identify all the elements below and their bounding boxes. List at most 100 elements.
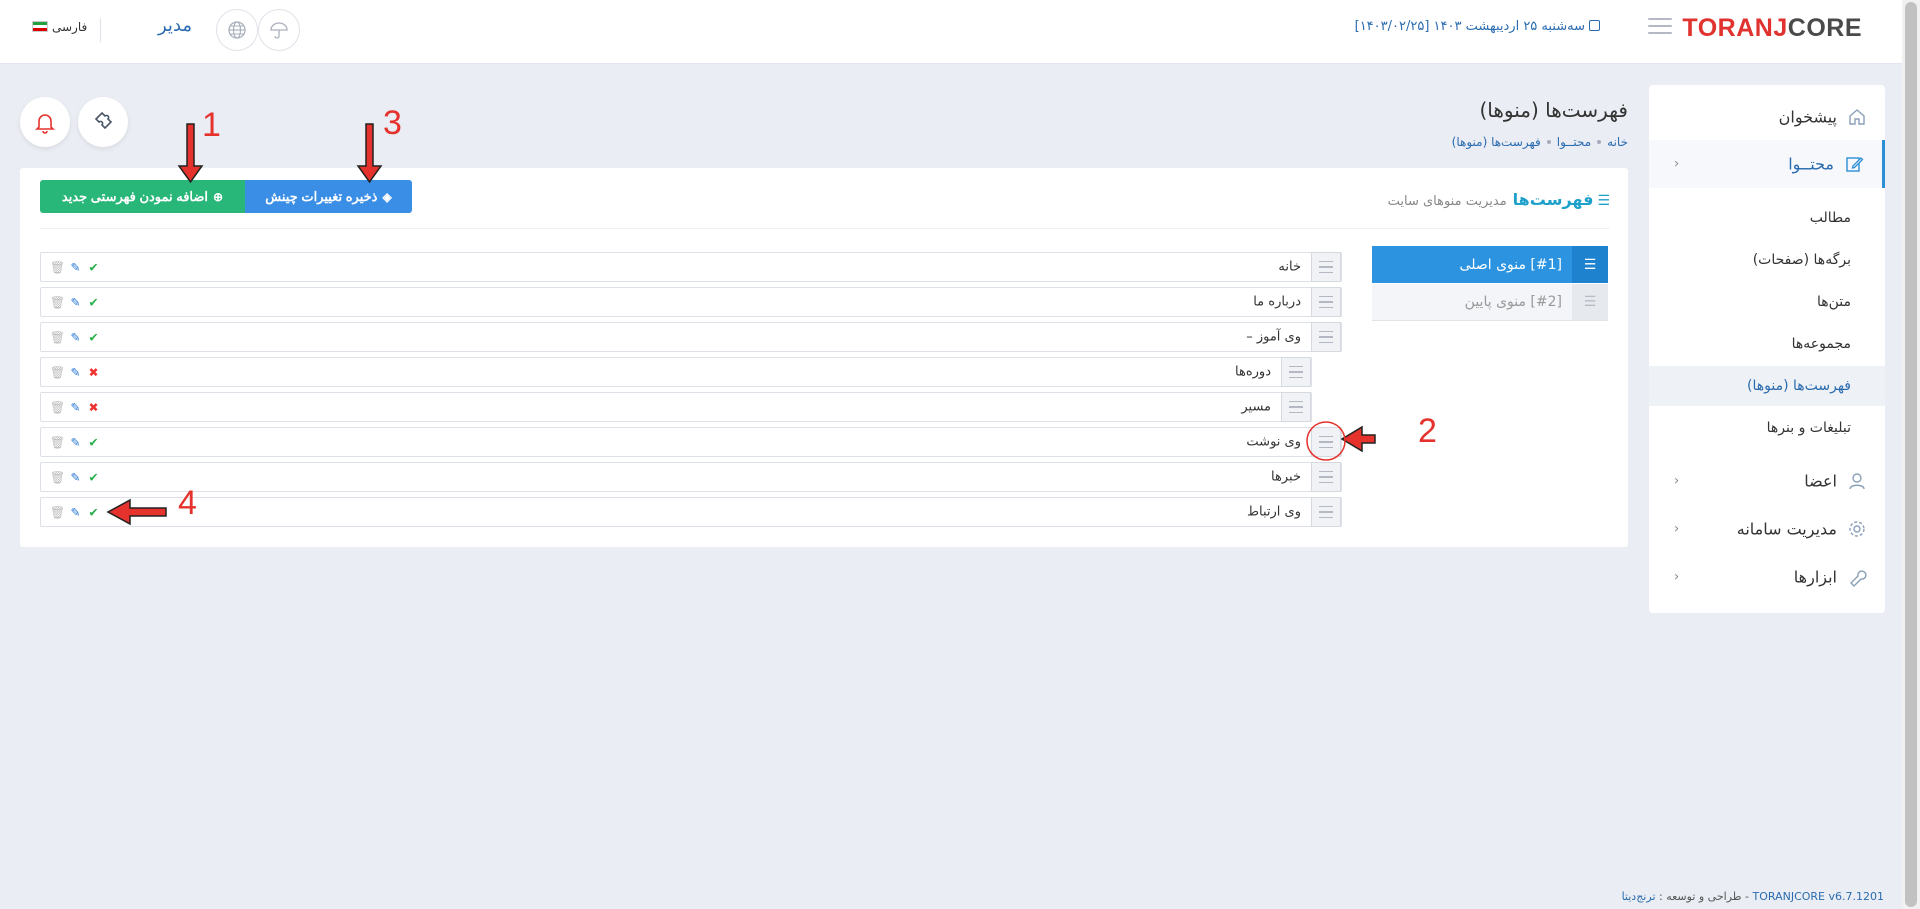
breadcrumb-menus[interactable]: فهرست‌ها (منوها): [1452, 135, 1541, 149]
top-bar: TORANJCORE سه‌شنبه ۲۵ اردیبهشت ۱۴۰۳ [۱۴۰…: [0, 0, 1902, 64]
sidebar-subitem-collections[interactable]: مجموعه‌ها: [1649, 324, 1885, 364]
user-icon: [1849, 473, 1865, 490]
plugins-button[interactable]: [78, 97, 128, 147]
page-scrollbar[interactable]: [1902, 0, 1920, 909]
user-name[interactable]: مدیر: [158, 15, 192, 36]
page-title: فهرست‌ها (منوها): [1479, 98, 1628, 122]
pencil-icon[interactable]: ✎: [69, 401, 82, 414]
hamburger-menu-icon[interactable]: [1648, 18, 1672, 36]
trash-icon[interactable]: 🗑: [50, 401, 65, 414]
add-menu-button[interactable]: ⊕ اضافه نمودن فهرستی جدید: [40, 180, 245, 213]
menu-row-child: مسیر 🗑 ✎ ✖: [40, 392, 1312, 422]
list-icon: ☰: [1597, 193, 1610, 209]
sidebar-subitem-menus[interactable]: فهرست‌ها (منوها): [1649, 366, 1885, 406]
umbrella-icon: [270, 22, 288, 39]
sidebar: پیشخوان محتــوا ‹ مطالب برگه‌ها (صفحات) …: [1649, 85, 1885, 613]
home-icon: [1849, 109, 1865, 125]
drag-handle[interactable]: [1281, 392, 1311, 422]
header-divider: [100, 18, 101, 42]
trash-icon[interactable]: 🗑: [50, 366, 65, 379]
drag-handle[interactable]: [1311, 252, 1341, 282]
menu-tab-footer[interactable]: ☰ [#2] منوی پایین: [1372, 284, 1608, 321]
drag-handle[interactable]: [1281, 357, 1311, 387]
puzzle-icon: [94, 111, 113, 130]
sidebar-subitem-pages[interactable]: برگه‌ها (صفحات): [1649, 240, 1885, 280]
sidebar-subitem-texts[interactable]: متن‌ها: [1649, 282, 1885, 322]
sidebar-subitem-posts[interactable]: مطالب: [1649, 198, 1885, 238]
menu-row: خانه 🗑 ✎ ✔: [40, 252, 1342, 282]
chevron-left-icon: ‹: [1674, 473, 1680, 489]
scrollbar-thumb[interactable]: [1905, 2, 1917, 907]
breadcrumb-content[interactable]: محتــوا: [1557, 135, 1591, 149]
list-icon: ☰: [1572, 246, 1608, 283]
edit-icon: [1846, 157, 1864, 172]
trash-icon[interactable]: 🗑: [50, 506, 65, 519]
iran-flag-icon: [32, 21, 48, 32]
collapse-toggle[interactable]: –: [1246, 330, 1253, 345]
check-icon[interactable]: ✔: [87, 436, 100, 449]
trash-icon[interactable]: 🗑: [50, 331, 65, 344]
notifications-button[interactable]: [20, 97, 70, 147]
annotation-number-2: 2: [1418, 412, 1437, 450]
globe-icon: [228, 21, 246, 39]
check-icon[interactable]: ✔: [87, 506, 100, 519]
drag-handle[interactable]: [1311, 462, 1341, 492]
card-header: ☰فهرست‌هامدیریت منوهای سایت: [1387, 190, 1610, 209]
pencil-icon[interactable]: ✎: [69, 436, 82, 449]
website-button[interactable]: [216, 9, 258, 51]
sidebar-item-system[interactable]: مدیریت سامانه ‹: [1649, 507, 1885, 551]
gear-icon: [1849, 521, 1865, 537]
check-icon[interactable]: ✔: [87, 261, 100, 274]
current-date: سه‌شنبه ۲۵ اردیبهشت ۱۴۰۳ [۱۴۰۳/۰۲/۲۵]: [1355, 19, 1600, 34]
breadcrumb: خانه محتــوا فهرست‌ها (منوها): [1452, 135, 1628, 149]
check-icon[interactable]: ✔: [87, 296, 100, 309]
list-icon: ☰: [1572, 284, 1608, 320]
breadcrumb-home[interactable]: خانه: [1607, 135, 1628, 149]
check-icon[interactable]: ✔: [87, 471, 100, 484]
annotation-number-3: 3: [383, 104, 402, 142]
drag-handle[interactable]: [1311, 322, 1341, 352]
menu-tab-main[interactable]: ☰ [#1] منوی اصلی: [1372, 246, 1608, 283]
wrench-icon: [1850, 570, 1867, 587]
annotation-number-4: 4: [178, 484, 197, 522]
sidebar-item-content[interactable]: محتــوا ‹: [1649, 140, 1885, 188]
chevron-down-icon: ‹: [1674, 156, 1680, 172]
company-link[interactable]: ترنج‌دیتا: [1622, 890, 1656, 903]
sidebar-item-tools[interactable]: ابزارها ‹: [1649, 555, 1885, 599]
pencil-icon[interactable]: ✎: [69, 331, 82, 344]
pencil-icon[interactable]: ✎: [69, 261, 82, 274]
sidebar-item-dashboard[interactable]: پیشخوان: [1649, 97, 1885, 137]
menu-row-child: دوره‌ها 🗑 ✎ ✖: [40, 357, 1312, 387]
language-selector[interactable]: فارسی: [32, 20, 87, 34]
pencil-icon[interactable]: ✎: [69, 471, 82, 484]
bell-icon: [35, 114, 55, 134]
logo[interactable]: TORANJCORE: [1682, 14, 1862, 43]
pencil-icon[interactable]: ✎: [69, 366, 82, 379]
annotation-number-1: 1: [202, 106, 221, 144]
sidebar-subitem-ads[interactable]: تبلیغات و بنرها: [1649, 408, 1885, 448]
chevron-left-icon: ‹: [1674, 569, 1680, 585]
drag-handle[interactable]: [1311, 427, 1341, 457]
pencil-icon[interactable]: ✎: [69, 296, 82, 309]
save-order-button[interactable]: ◈ ذخیره تغییرات چینش: [245, 180, 412, 213]
trash-icon[interactable]: 🗑: [50, 471, 65, 484]
sidebar-item-members[interactable]: اعضا ‹: [1649, 459, 1885, 503]
trash-icon[interactable]: 🗑: [50, 296, 65, 309]
plus-circle-icon: ⊕: [213, 189, 224, 204]
version-label: TORANJCORE v6.7.1201: [1752, 890, 1885, 903]
cache-button[interactable]: [258, 9, 300, 51]
menu-row: خبرها 🗑 ✎ ✔: [40, 462, 1342, 492]
menu-row: درباره ما 🗑 ✎ ✔: [40, 287, 1342, 317]
trash-icon[interactable]: 🗑: [50, 436, 65, 449]
x-icon[interactable]: ✖: [87, 366, 100, 379]
footer: TORANJCORE v6.7.1201 - طراحی و توسعه : ت…: [1621, 890, 1885, 903]
trash-icon[interactable]: 🗑: [50, 261, 65, 274]
calendar-icon: [1589, 20, 1600, 31]
x-icon[interactable]: ✖: [87, 401, 100, 414]
drag-handle[interactable]: [1311, 497, 1341, 527]
check-icon[interactable]: ✔: [87, 331, 100, 344]
menu-row: وی آموز – 🗑 ✎ ✔: [40, 322, 1342, 352]
pencil-icon[interactable]: ✎: [69, 506, 82, 519]
layers-icon: ◈: [382, 189, 392, 204]
drag-handle[interactable]: [1311, 287, 1341, 317]
